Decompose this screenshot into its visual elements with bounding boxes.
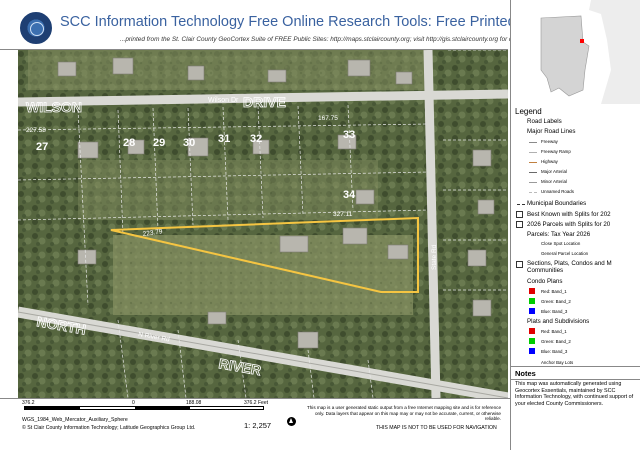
legend-plat-green: Green: Band_2	[541, 339, 571, 344]
legend-swatch-green-icon	[529, 298, 535, 304]
legend-swatch-red-icon	[529, 328, 535, 334]
notes-title: Notes	[515, 369, 536, 378]
notes-text: This map was automatically generated usi…	[515, 381, 634, 407]
overview-inset-map[interactable]	[510, 0, 640, 104]
parcel-id-label: 227.58	[26, 127, 46, 134]
legend-line-unnamed-roads-icon	[529, 192, 537, 193]
legend-close-spot: Close Spot Location	[541, 241, 581, 246]
map-left-margin	[11, 50, 18, 398]
map-header: SCC Information Technology Free Online R…	[0, 0, 548, 50]
legend-line-major-arterial-icon	[529, 172, 537, 173]
legend-checkbox-best-known[interactable]	[516, 211, 523, 218]
lot-number: 34	[343, 189, 356, 201]
projection-label: WGS_1984_Web_Mercator_Auxiliary_Sphere	[22, 417, 128, 423]
legend-unnamed-roads: Unnamed Roads	[541, 189, 574, 194]
legend-best-known: Best Known with Splits for 202	[527, 211, 611, 218]
legend-major-road-lines: Major Road Lines	[527, 128, 576, 135]
legend-general-parcel: General Parcel Location	[541, 251, 589, 256]
map-subtitle: ...printed from the St. Clair County Geo…	[120, 36, 530, 43]
copyright-label: © St Clair County Information Technology…	[22, 425, 196, 431]
aerial-map[interactable]: Wilson Dr State Rd N River Rd WILSON DRI…	[18, 50, 508, 398]
legend-municipal-boundaries: Municipal Boundaries	[527, 200, 587, 207]
notes-panel: Notes This map was automatically generat…	[510, 366, 640, 450]
legend-plats-subdivisions: Plats and Subdivisions	[527, 318, 590, 325]
lot-number: 27	[36, 141, 48, 153]
legend-anchor-bay: Anchor Bay Lots	[541, 360, 574, 365]
lot-number: 33	[343, 129, 355, 141]
legend-road-labels: Road Labels	[527, 118, 562, 125]
printed-map-page: SCC Information Technology Free Online R…	[0, 0, 640, 450]
street-label-wilson: Wilson Dr	[208, 97, 239, 104]
not-for-navigation: THIS MAP IS NOT TO BE USED FOR NAVIGATIO…	[376, 425, 497, 431]
legend-checkbox-2026-parcels[interactable]	[516, 221, 523, 228]
legend-panel[interactable]: Legend Road Labels Major Road Lines Free…	[510, 104, 640, 366]
legend-plat-blue: Blue: Band_3	[541, 349, 568, 354]
plat-label-wilson: WILSON	[26, 99, 82, 115]
extent-marker	[580, 39, 584, 43]
legend-sections-line2: Communities	[527, 267, 564, 274]
disclaimer-text: This map is a user generated static outp…	[306, 405, 501, 422]
notes-divider	[511, 379, 640, 380]
street-label-state: State Rd	[431, 244, 438, 270]
legend-2026-parcels: 2026 Parcels with Splits for 20	[527, 221, 611, 228]
legend-sections-line1: Sections, Plats, Condos and M	[527, 260, 612, 267]
plat-label-drive: DRIVE	[243, 94, 286, 110]
legend-swatch-red-icon	[529, 288, 535, 294]
parcel-id-label: 167.75	[318, 115, 338, 122]
legend-condo-red: Red: Band_1	[541, 289, 567, 294]
legend-line-freeway-icon	[529, 142, 537, 143]
map-footer: 376.2 0 188.08 376.2 Feet WGS_1984_Web_M…	[0, 398, 510, 450]
legend-minor-arterial: Minor Arterial	[541, 179, 567, 184]
parcel-id-label: 327.11	[333, 211, 353, 218]
legend-line-minor-arterial-icon	[529, 182, 537, 183]
lot-number: 32	[250, 133, 262, 145]
legend-swatch-blue-icon	[529, 348, 535, 354]
legend-line-highway-icon	[529, 162, 537, 163]
yard-area	[113, 235, 413, 315]
legend-freeway-ramp: Freeway Ramp	[541, 149, 571, 154]
legend-freeway: Freeway	[541, 139, 558, 144]
legend-major-arterial: Major Arterial	[541, 169, 567, 174]
legend-line-freeway-ramp-icon	[529, 152, 537, 153]
scale-ratio: 1: 2,257	[244, 421, 272, 430]
legend-plat-red: Red: Band_1	[541, 329, 567, 334]
legend-swatch-blue-icon	[529, 308, 535, 314]
lot-number: 28	[123, 137, 135, 149]
north-arrow-icon	[287, 417, 296, 426]
legend-condo-green: Green: Band_2	[541, 299, 571, 304]
legend-highway: Highway	[541, 159, 558, 164]
lot-number: 31	[218, 133, 230, 145]
legend-title: Legend	[515, 107, 542, 116]
county-seal-icon	[20, 12, 52, 44]
legend-parcels-tax-year: Parcels: Tax Year 2026	[527, 231, 591, 238]
legend-swatch-green-icon	[529, 338, 535, 344]
map-title: SCC Information Technology Free Online R…	[60, 14, 548, 30]
legend-municipal-boundary-icon	[517, 204, 525, 205]
legend-condo-plans: Condo Plans	[527, 278, 563, 285]
legend-checkbox-sections[interactable]	[516, 261, 523, 268]
lot-number: 30	[183, 137, 195, 149]
lot-number: 29	[153, 137, 165, 149]
scale-bar	[24, 406, 264, 410]
legend-condo-blue: Blue: Band_3	[541, 309, 568, 314]
